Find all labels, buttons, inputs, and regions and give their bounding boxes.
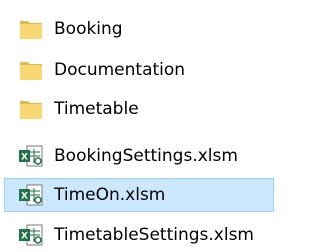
svg-text:X: X xyxy=(21,192,28,202)
excel-macro-file-icon: X xyxy=(19,145,43,167)
svg-text:X: X xyxy=(21,153,28,163)
item-label: Booking xyxy=(54,19,123,39)
list-item-file-bookingsettings[interactable]: X BookingSettings.xlsm xyxy=(4,139,294,173)
list-item-file-timeon[interactable]: X TimeOn.xlsm xyxy=(4,178,274,212)
folder-icon xyxy=(20,62,42,80)
folder-icon xyxy=(20,101,42,119)
excel-macro-file-icon: X xyxy=(19,184,43,206)
list-item-folder-documentation[interactable]: Documentation xyxy=(4,53,284,87)
list-item-folder-timetable[interactable]: Timetable xyxy=(4,92,284,126)
excel-macro-file-icon: X xyxy=(19,224,43,246)
list-item-file-timetablesettings[interactable]: X TimetableSettings.xlsm xyxy=(4,218,300,252)
svg-text:X: X xyxy=(21,232,28,242)
item-label: TimetableSettings.xlsm xyxy=(54,225,254,245)
item-label: Timetable xyxy=(54,99,139,119)
list-item-folder-booking[interactable]: Booking xyxy=(4,12,284,46)
item-label: TimeOn.xlsm xyxy=(54,185,166,205)
folder-icon xyxy=(20,21,42,39)
item-label: Documentation xyxy=(54,60,186,80)
item-label: BookingSettings.xlsm xyxy=(54,146,238,166)
